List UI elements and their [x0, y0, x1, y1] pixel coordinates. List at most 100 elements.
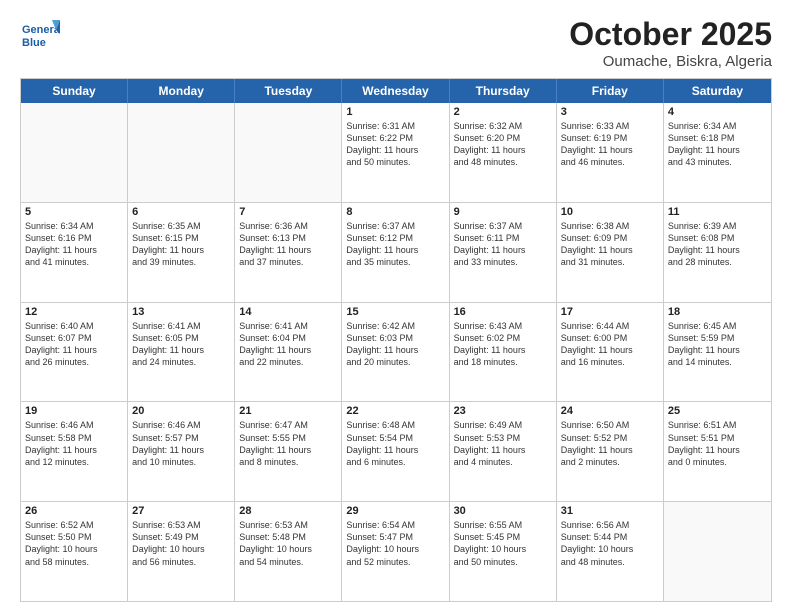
day-number: 16 — [454, 306, 552, 318]
cell-info: Sunrise: 6:36 AMSunset: 6:13 PMDaylight:… — [239, 220, 337, 269]
calendar-cell-29: 29 Sunrise: 6:54 AMSunset: 5:47 PMDayligh… — [342, 502, 449, 601]
calendar-cell-5: 5 Sunrise: 6:34 AMSunset: 6:16 PMDaylight… — [21, 203, 128, 302]
calendar-cell-2: 2Sunrise: 6:32 AMSunset: 6:20 PMDaylight… — [450, 103, 557, 202]
calendar-cell-16: 16 Sunrise: 6:43 AMSunset: 6:02 PMDayligh… — [450, 303, 557, 402]
calendar-subtitle: Oumache, Biskra, Algeria — [569, 53, 772, 70]
cell-info: Sunrise: 6:53 AMSunset: 5:49 PMDaylight:… — [132, 519, 230, 568]
calendar-cell-19: 19 Sunrise: 6:46 AMSunset: 5:58 PMDayligh… — [21, 402, 128, 501]
cell-info: Sunrise: 6:38 AMSunset: 6:09 PMDaylight:… — [561, 220, 659, 269]
calendar-cell-3: 3Sunrise: 6:33 AMSunset: 6:19 PMDaylight… — [557, 103, 664, 202]
day-number: 21 — [239, 405, 337, 417]
calendar-header: SundayMondayTuesdayWednesdayThursdayFrid… — [21, 79, 771, 103]
day-number: 13 — [132, 306, 230, 318]
calendar-cell-empty-0-0 — [21, 103, 128, 202]
day-header-monday: Monday — [128, 79, 235, 103]
cell-info: Sunrise: 6:34 AMSunset: 6:16 PMDaylight:… — [25, 220, 123, 269]
day-header-thursday: Thursday — [450, 79, 557, 103]
day-number: 8 — [346, 206, 444, 218]
calendar-cell-21: 21Sunrise: 6:47 AMSunset: 5:55 PMDayligh… — [235, 402, 342, 501]
calendar-cell-1: 1 Sunrise: 6:31 AMSunset: 6:22 PMDaylight… — [342, 103, 449, 202]
day-number: 15 — [346, 306, 444, 318]
cell-info: Sunrise: 6:54 AMSunset: 5:47 PMDaylight:… — [346, 519, 444, 568]
day-number: 7 — [239, 206, 337, 218]
cell-info: Sunrise: 6:39 AMSunset: 6:08 PMDaylight:… — [668, 220, 767, 269]
cell-info: Sunrise: 6:53 AMSunset: 5:48 PMDaylight:… — [239, 519, 337, 568]
day-number: 23 — [454, 405, 552, 417]
day-header-sunday: Sunday — [21, 79, 128, 103]
calendar-row-2: 12 Sunrise: 6:40 AMSunset: 6:07 PMDayligh… — [21, 303, 771, 403]
svg-text:Blue: Blue — [22, 37, 46, 49]
svg-text:General: General — [22, 24, 60, 36]
calendar-cell-6: 6Sunrise: 6:35 AMSunset: 6:15 PMDaylight… — [128, 203, 235, 302]
cell-info: Sunrise: 6:52 AMSunset: 5:50 PMDaylight:… — [25, 519, 123, 568]
calendar-cell-28: 28 Sunrise: 6:53 AMSunset: 5:48 PMDayligh… — [235, 502, 342, 601]
cell-info: Sunrise: 6:44 AMSunset: 6:00 PMDaylight:… — [561, 320, 659, 369]
cell-info: Sunrise: 6:37 AMSunset: 6:11 PMDaylight:… — [454, 220, 552, 269]
title-block: October 2025 Oumache, Biskra, Algeria — [569, 16, 772, 70]
calendar-title: October 2025 — [569, 16, 772, 53]
calendar-cell-15: 15 Sunrise: 6:42 AMSunset: 6:03 PMDayligh… — [342, 303, 449, 402]
calendar-cell-9: 9 Sunrise: 6:37 AMSunset: 6:11 PMDaylight… — [450, 203, 557, 302]
cell-info: Sunrise: 6:35 AMSunset: 6:15 PMDaylight:… — [132, 220, 230, 269]
calendar-cell-12: 12 Sunrise: 6:40 AMSunset: 6:07 PMDayligh… — [21, 303, 128, 402]
day-number: 2 — [454, 106, 552, 118]
calendar-cell-26: 26 Sunrise: 6:52 AMSunset: 5:50 PMDayligh… — [21, 502, 128, 601]
day-number: 9 — [454, 206, 552, 218]
cell-info: Sunrise: 6:31 AMSunset: 6:22 PMDaylight:… — [346, 120, 444, 169]
calendar-cell-18: 18 Sunrise: 6:45 AMSunset: 5:59 PMDayligh… — [664, 303, 771, 402]
cell-info: Sunrise: 6:41 AMSunset: 6:04 PMDaylight:… — [239, 320, 337, 369]
calendar-row-3: 19 Sunrise: 6:46 AMSunset: 5:58 PMDayligh… — [21, 402, 771, 502]
calendar-cell-11: 11 Sunrise: 6:39 AMSunset: 6:08 PMDayligh… — [664, 203, 771, 302]
cell-info: Sunrise: 6:42 AMSunset: 6:03 PMDaylight:… — [346, 320, 444, 369]
day-number: 31 — [561, 505, 659, 517]
day-header-friday: Friday — [557, 79, 664, 103]
day-number: 24 — [561, 405, 659, 417]
day-number: 3 — [561, 106, 659, 118]
day-number: 26 — [25, 505, 123, 517]
calendar-cell-empty-4-6 — [664, 502, 771, 601]
logo: General Blue — [20, 16, 60, 52]
calendar-row-0: 1 Sunrise: 6:31 AMSunset: 6:22 PMDaylight… — [21, 103, 771, 203]
day-number: 27 — [132, 505, 230, 517]
day-number: 22 — [346, 405, 444, 417]
calendar-cell-25: 25 Sunrise: 6:51 AMSunset: 5:51 PMDayligh… — [664, 402, 771, 501]
calendar-cell-23: 23 Sunrise: 6:49 AMSunset: 5:53 PMDayligh… — [450, 402, 557, 501]
day-number: 29 — [346, 505, 444, 517]
calendar-cell-14: 14Sunrise: 6:41 AMSunset: 6:04 PMDayligh… — [235, 303, 342, 402]
day-number: 10 — [561, 206, 659, 218]
calendar-cell-10: 10 Sunrise: 6:38 AMSunset: 6:09 PMDayligh… — [557, 203, 664, 302]
calendar-row-1: 5 Sunrise: 6:34 AMSunset: 6:16 PMDaylight… — [21, 203, 771, 303]
cell-info: Sunrise: 6:49 AMSunset: 5:53 PMDaylight:… — [454, 419, 552, 468]
cell-info: Sunrise: 6:45 AMSunset: 5:59 PMDaylight:… — [668, 320, 767, 369]
day-header-wednesday: Wednesday — [342, 79, 449, 103]
calendar-cell-7: 7 Sunrise: 6:36 AMSunset: 6:13 PMDaylight… — [235, 203, 342, 302]
calendar-cell-empty-0-1 — [128, 103, 235, 202]
calendar-cell-13: 13 Sunrise: 6:41 AMSunset: 6:05 PMDayligh… — [128, 303, 235, 402]
cell-info: Sunrise: 6:37 AMSunset: 6:12 PMDaylight:… — [346, 220, 444, 269]
cell-info: Sunrise: 6:55 AMSunset: 5:45 PMDaylight:… — [454, 519, 552, 568]
calendar-cell-20: 20Sunrise: 6:46 AMSunset: 5:57 PMDayligh… — [128, 402, 235, 501]
calendar-cell-31: 31 Sunrise: 6:56 AMSunset: 5:44 PMDayligh… — [557, 502, 664, 601]
cell-info: Sunrise: 6:43 AMSunset: 6:02 PMDaylight:… — [454, 320, 552, 369]
cell-info: Sunrise: 6:50 AMSunset: 5:52 PMDaylight:… — [561, 419, 659, 468]
day-number: 11 — [668, 206, 767, 218]
day-number: 25 — [668, 405, 767, 417]
day-number: 28 — [239, 505, 337, 517]
day-number: 18 — [668, 306, 767, 318]
cell-info: Sunrise: 6:46 AMSunset: 5:58 PMDaylight:… — [25, 419, 123, 468]
cell-info: Sunrise: 6:41 AMSunset: 6:05 PMDaylight:… — [132, 320, 230, 369]
cell-info: Sunrise: 6:40 AMSunset: 6:07 PMDaylight:… — [25, 320, 123, 369]
header: General Blue October 2025 Oumache, Biskr… — [20, 16, 772, 70]
cell-info: Sunrise: 6:51 AMSunset: 5:51 PMDaylight:… — [668, 419, 767, 468]
calendar-cell-30: 30 Sunrise: 6:55 AMSunset: 5:45 PMDayligh… — [450, 502, 557, 601]
day-number: 5 — [25, 206, 123, 218]
day-number: 19 — [25, 405, 123, 417]
calendar-cell-17: 17 Sunrise: 6:44 AMSunset: 6:00 PMDayligh… — [557, 303, 664, 402]
calendar-cell-4: 4Sunrise: 6:34 AMSunset: 6:18 PMDaylight… — [664, 103, 771, 202]
day-number: 17 — [561, 306, 659, 318]
page: General Blue October 2025 Oumache, Biskr… — [0, 0, 792, 612]
cell-info: Sunrise: 6:56 AMSunset: 5:44 PMDaylight:… — [561, 519, 659, 568]
day-number: 1 — [346, 106, 444, 118]
day-number: 30 — [454, 505, 552, 517]
day-number: 12 — [25, 306, 123, 318]
